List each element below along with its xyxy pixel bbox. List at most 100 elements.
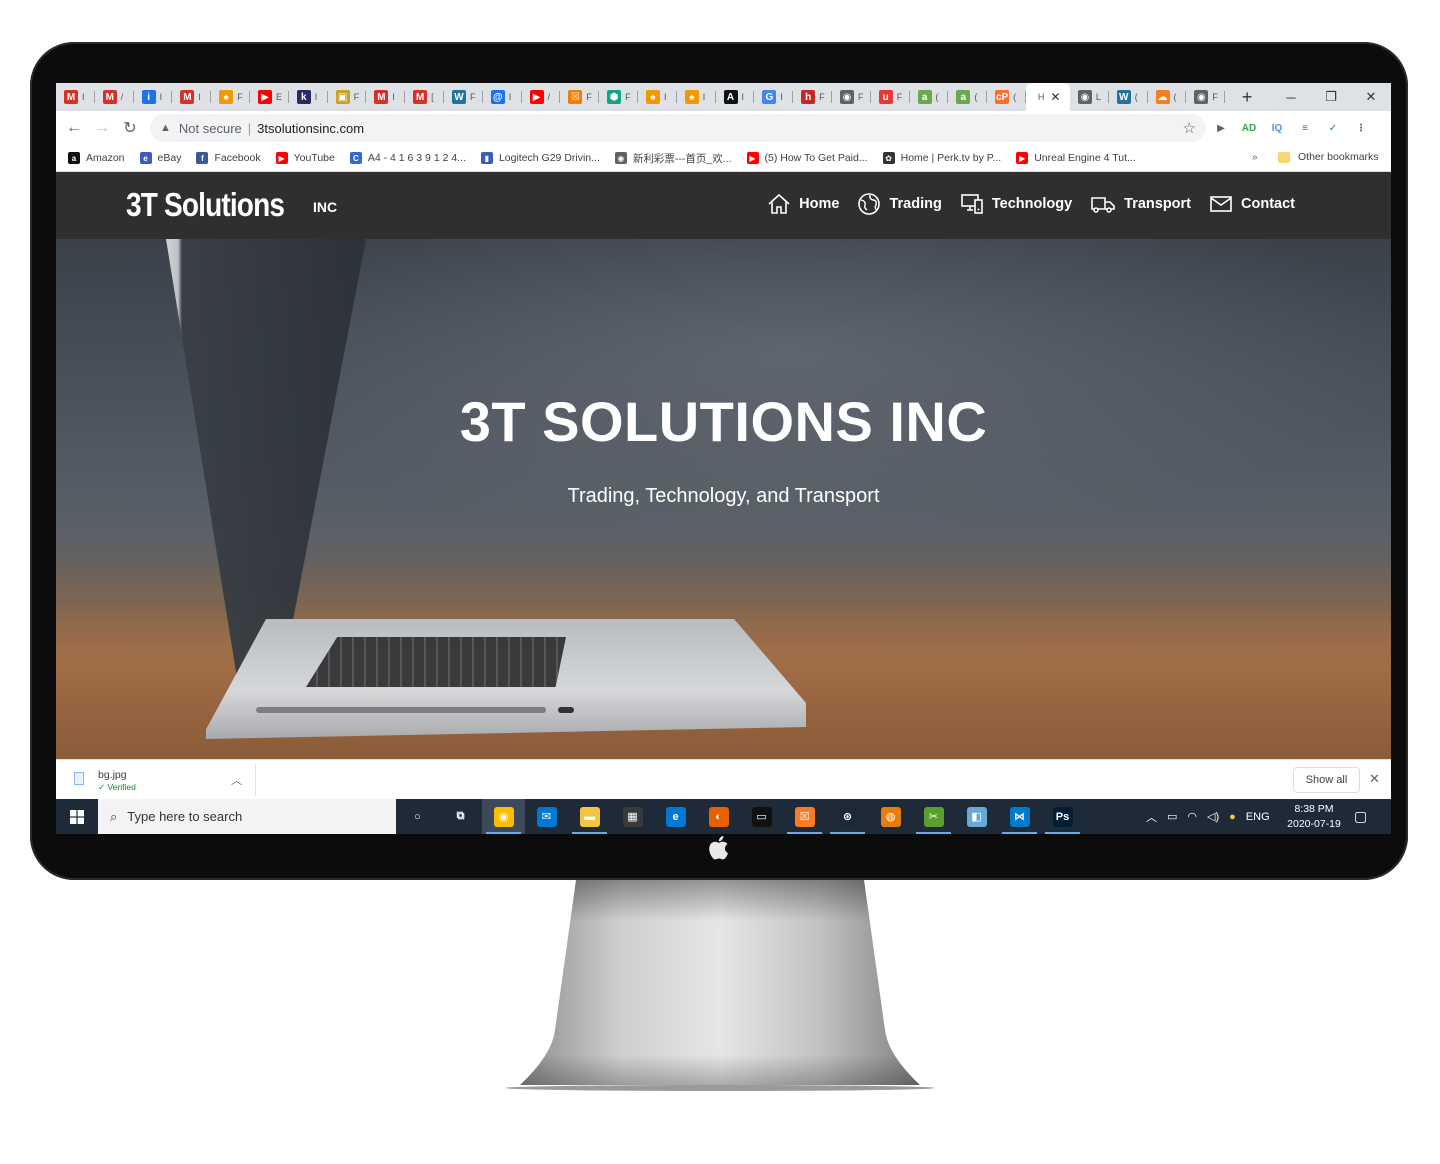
- bookmark-item[interactable]: ▶ YouTube: [275, 152, 335, 164]
- browser-tab[interactable]: ◉ F: [832, 83, 871, 111]
- browser-tab[interactable]: a(: [948, 83, 987, 111]
- video-ext-icon[interactable]: ▶: [1212, 119, 1230, 137]
- browser-tab[interactable]: ☁(: [1148, 83, 1187, 111]
- vscode-icon: ⋈: [1009, 806, 1030, 827]
- back-arrow-icon[interactable]: ←: [60, 119, 88, 137]
- browser-tab[interactable]: ▣ F: [328, 83, 367, 111]
- bookmark-item[interactable]: ▶ (5) How To Get Paid...: [746, 152, 868, 164]
- new-tab-icon[interactable]: +: [1235, 87, 1259, 108]
- taskbar-app[interactable]: ◉: [482, 799, 525, 834]
- browser-tab[interactable]: hF: [793, 83, 832, 111]
- bookmark-item[interactable]: ▶ Unreal Engine 4 Tut...: [1016, 152, 1136, 164]
- taskbar-app[interactable]: ◐: [697, 799, 740, 834]
- browser-tab[interactable]: ◉ L: [1070, 83, 1109, 111]
- bookmark-item[interactable]: C A4 - 4 1 6 3 9 1 2 4...: [349, 152, 466, 164]
- shield-ext-icon[interactable]: ✓: [1324, 119, 1342, 137]
- taskbar-app[interactable]: Ps: [1041, 799, 1084, 834]
- browser-tab[interactable]: cP(: [987, 83, 1026, 111]
- close-tab-icon[interactable]: ✕: [1050, 90, 1060, 104]
- chevron-up-icon[interactable]: ︿: [1146, 809, 1157, 825]
- site-logo[interactable]: 3T Solutions: [126, 186, 285, 224]
- tab-title: (: [935, 92, 939, 102]
- browser-tab[interactable]: ☒ F: [560, 83, 599, 111]
- bookmark-item[interactable]: ✿ Home | Perk.tv by P...: [882, 152, 1001, 164]
- browser-tab[interactable]: ♠ I: [677, 83, 716, 111]
- browser-tab[interactable]: iI: [134, 83, 173, 111]
- playlist-ext-icon[interactable]: ≡: [1296, 119, 1314, 137]
- orange-leaf-icon: ♠: [219, 90, 234, 104]
- taskbar-app[interactable]: ○: [396, 799, 439, 834]
- bookmark-item[interactable]: a Amazon: [68, 152, 125, 164]
- browser-tab[interactable]: WF: [444, 83, 483, 111]
- bookmark-item[interactable]: ◉ 新利彩票---首页_欢...: [614, 151, 732, 166]
- close-icon[interactable]: ✕: [1369, 771, 1380, 787]
- bookmark-item[interactable]: e eBay: [139, 152, 181, 164]
- taskbar-app[interactable]: ▦: [611, 799, 654, 834]
- menu-dots-icon[interactable]: ⋮: [1352, 119, 1370, 137]
- taskbar-app[interactable]: ✂: [912, 799, 955, 834]
- chevron-up-icon[interactable]: ︿: [231, 772, 242, 788]
- taskbar-app[interactable]: ◍: [869, 799, 912, 834]
- taskbar-search-box[interactable]: ⌕ Type here to search: [98, 799, 396, 834]
- nav-contact[interactable]: Contact: [1209, 194, 1295, 214]
- u-icon: u: [878, 90, 893, 104]
- reload-icon[interactable]: ↻: [116, 118, 144, 138]
- show-all-button[interactable]: Show all: [1293, 767, 1360, 793]
- perk-icon: ✿: [882, 152, 895, 164]
- browser-tab[interactable]: M /: [95, 83, 134, 111]
- browser-tab[interactable]: uF: [871, 83, 910, 111]
- nav-technology[interactable]: Technology: [960, 192, 1072, 216]
- browser-tab[interactable]: a(: [910, 83, 949, 111]
- taskbar-app[interactable]: ▭: [740, 799, 783, 834]
- taskbar-app[interactable]: ▬: [568, 799, 611, 834]
- browser-tab[interactable]: ◉ F: [1186, 83, 1225, 111]
- weather-icon[interactable]: ●: [1229, 811, 1236, 823]
- bookmark-item[interactable]: ▮ Logitech G29 Drivin...: [480, 152, 600, 164]
- windows-start-icon[interactable]: [56, 799, 98, 834]
- bookmark-item[interactable]: f Facebook: [196, 152, 261, 164]
- language-indicator[interactable]: ENG: [1246, 811, 1270, 823]
- browser-tab[interactable]: MI: [56, 83, 95, 111]
- taskbar-app[interactable]: ⧉: [439, 799, 482, 834]
- download-file-name[interactable]: bg.jpg: [98, 769, 127, 781]
- browser-tab[interactable]: ♠ I: [638, 83, 677, 111]
- browser-tab[interactable]: ⬢ F: [599, 83, 638, 111]
- browser-tab[interactable]: GI: [754, 83, 793, 111]
- browser-tab[interactable]: kI: [289, 83, 328, 111]
- nav-home[interactable]: Home: [767, 193, 839, 215]
- nav-transport[interactable]: Transport: [1090, 193, 1191, 215]
- address-bar[interactable]: ▲ Not secure | 3tsolutionsinc.com ☆: [150, 114, 1206, 142]
- adblock-ext-icon[interactable]: AD: [1240, 119, 1258, 137]
- laptop-image-keyboard: [306, 637, 566, 687]
- notification-icon[interactable]: ▢: [1354, 808, 1367, 825]
- restore-icon[interactable]: ❐: [1311, 83, 1351, 111]
- taskbar-app[interactable]: ⋈: [998, 799, 1041, 834]
- taskbar-app[interactable]: ◧: [955, 799, 998, 834]
- taskbar-app[interactable]: e: [654, 799, 697, 834]
- browser-tab[interactable]: MI: [172, 83, 211, 111]
- bookmark-star-icon[interactable]: ☆: [1183, 119, 1196, 137]
- browser-tab[interactable]: @ I: [483, 83, 522, 111]
- browser-tab[interactable]: H ✕: [1025, 83, 1070, 111]
- wifi-icon[interactable]: ◠: [1187, 810, 1197, 823]
- browser-tab[interactable]: ♠ F: [211, 83, 250, 111]
- browser-tab[interactable]: ▶ E: [250, 83, 289, 111]
- minimize-icon[interactable]: ─: [1271, 83, 1311, 111]
- taskbar-app[interactable]: ☒: [783, 799, 826, 834]
- nav-trading[interactable]: Trading: [857, 192, 942, 216]
- browser-tab[interactable]: W(: [1109, 83, 1148, 111]
- browser-tab[interactable]: AI: [716, 83, 755, 111]
- browser-tab[interactable]: M[: [405, 83, 444, 111]
- taskbar-app[interactable]: ✉: [525, 799, 568, 834]
- forward-arrow-icon[interactable]: →: [88, 119, 116, 137]
- close-window-icon[interactable]: ✕: [1351, 83, 1391, 111]
- bookmarks-more-icon[interactable]: »: [1252, 152, 1258, 163]
- battery-icon[interactable]: ▭: [1167, 810, 1177, 823]
- other-bookmarks[interactable]: Other bookmarks: [1278, 151, 1379, 163]
- volume-icon[interactable]: ◁): [1207, 810, 1219, 823]
- iq-ext-icon[interactable]: IQ: [1268, 119, 1286, 137]
- clock[interactable]: 8:38 PM 2020-07-19: [1282, 802, 1346, 832]
- browser-tab[interactable]: ▶ /: [522, 83, 561, 111]
- browser-tab[interactable]: MI: [366, 83, 405, 111]
- taskbar-app[interactable]: ⊛: [826, 799, 869, 834]
